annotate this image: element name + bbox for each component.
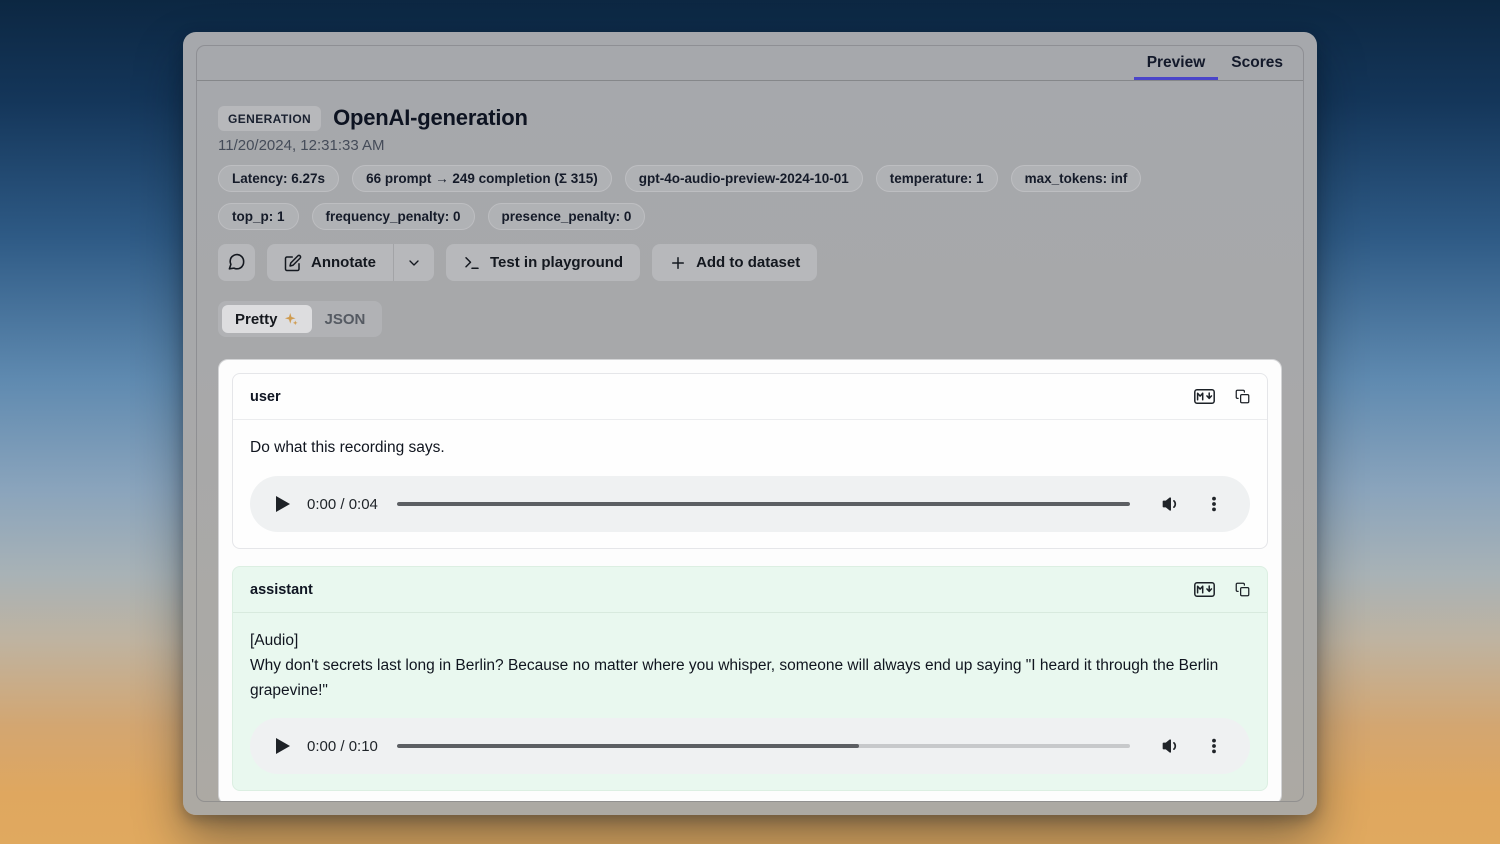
- annotate-button[interactable]: Annotate: [267, 244, 393, 281]
- sparkles-icon: [284, 312, 299, 327]
- audio-seek-bar[interactable]: [397, 502, 1130, 506]
- annotate-split-button: Annotate: [267, 244, 434, 281]
- tabs-bar: Preview Scores: [197, 46, 1303, 81]
- comment-button[interactable]: [218, 244, 255, 281]
- audio-player: 0:00 / 0:04: [250, 476, 1250, 532]
- play-button[interactable]: [276, 738, 290, 754]
- audio-loaded-bar: [397, 502, 1130, 506]
- markdown-toggle-button[interactable]: [1194, 389, 1215, 404]
- speaker-icon: [1161, 736, 1181, 756]
- user-message-header: user: [233, 374, 1267, 420]
- play-icon: [276, 496, 290, 512]
- speech-bubble-icon: [227, 253, 246, 272]
- max-tokens-badge[interactable]: max_tokens: inf: [1011, 165, 1142, 192]
- toggle-pretty[interactable]: Pretty: [222, 305, 312, 333]
- markdown-icon: [1194, 582, 1215, 597]
- audio-time-display: 0:00 / 0:04: [307, 496, 378, 513]
- test-in-playground-button[interactable]: Test in playground: [446, 244, 640, 281]
- copy-button[interactable]: [1235, 389, 1250, 404]
- message-header-actions: [1194, 582, 1250, 597]
- volume-button[interactable]: [1161, 736, 1181, 756]
- pretty-json-toggle: Pretty JSON: [218, 301, 382, 337]
- user-message-text: Do what this recording says.: [250, 435, 1250, 460]
- assistant-message-card: assistant: [232, 566, 1268, 791]
- annotate-label: Annotate: [311, 254, 376, 271]
- top-p-badge[interactable]: top_p: 1: [218, 203, 299, 230]
- kebab-menu-icon: [1205, 737, 1223, 755]
- latency-badge[interactable]: Latency: 6.27s: [218, 165, 339, 192]
- metadata-badges-row-1: Latency: 6.27s 66 prompt → 249 completio…: [218, 165, 1282, 192]
- tab-preview[interactable]: Preview: [1134, 46, 1219, 80]
- json-label: JSON: [325, 311, 366, 328]
- frequency-penalty-badge[interactable]: frequency_penalty: 0: [312, 203, 475, 230]
- observation-content: GENERATION OpenAI-generation 11/20/2024,…: [197, 105, 1303, 802]
- markdown-icon: [1194, 389, 1215, 404]
- temperature-badge[interactable]: temperature: 1: [876, 165, 998, 192]
- terminal-icon: [463, 254, 481, 272]
- metadata-badges-row-2: top_p: 1 frequency_penalty: 0 presence_p…: [218, 203, 1282, 230]
- tab-scores-label: Scores: [1231, 54, 1283, 72]
- audio-player: 0:00 / 0:10: [250, 718, 1250, 774]
- page-title: OpenAI-generation: [333, 105, 528, 131]
- annotate-dropdown-button[interactable]: [394, 244, 434, 281]
- play-button[interactable]: [276, 496, 290, 512]
- kebab-menu-icon: [1205, 495, 1223, 513]
- model-badge[interactable]: gpt-4o-audio-preview-2024-10-01: [625, 165, 863, 192]
- volume-button[interactable]: [1161, 494, 1181, 514]
- timestamp: 11/20/2024, 12:31:33 AM: [218, 137, 1282, 154]
- toggle-json[interactable]: JSON: [312, 305, 379, 333]
- plus-icon: [669, 254, 687, 272]
- observation-type-badge: GENERATION: [218, 106, 321, 131]
- add-to-dataset-button[interactable]: Add to dataset: [652, 244, 817, 281]
- token-usage-badge[interactable]: 66 prompt → 249 completion (Σ 315): [352, 165, 612, 192]
- test-in-playground-label: Test in playground: [490, 254, 623, 271]
- user-message-body: Do what this recording says. 0:00 / 0:04: [233, 420, 1267, 548]
- detail-panel: Preview Scores GENERATION OpenAI-generat…: [196, 45, 1304, 802]
- user-message-card: user: [232, 373, 1268, 549]
- markdown-toggle-button[interactable]: [1194, 582, 1215, 597]
- audio-tag: [Audio]: [250, 628, 1250, 653]
- audio-seek-bar[interactable]: [397, 744, 1130, 748]
- copy-icon: [1235, 582, 1250, 597]
- assistant-message-header: assistant: [233, 567, 1267, 613]
- tab-preview-label: Preview: [1147, 54, 1206, 72]
- audio-menu-button[interactable]: [1205, 737, 1223, 755]
- tab-scores[interactable]: Scores: [1218, 46, 1296, 80]
- audio-time-display: 0:00 / 0:10: [307, 738, 378, 755]
- active-tab-underline: [1134, 77, 1219, 80]
- play-icon: [276, 738, 290, 754]
- assistant-message-body: [Audio] Why don't secrets last long in B…: [233, 613, 1267, 790]
- role-label: assistant: [250, 582, 313, 598]
- view-toggle-row: Pretty JSON: [218, 301, 1282, 337]
- message-header-actions: [1194, 389, 1250, 404]
- audio-menu-button[interactable]: [1205, 495, 1223, 513]
- chevron-down-icon: [406, 255, 422, 271]
- actions-row: Annotate Test in playground: [218, 244, 1282, 281]
- audio-loaded-bar: [397, 744, 859, 748]
- copy-icon: [1235, 389, 1250, 404]
- observation-peek-window: Preview Scores GENERATION OpenAI-generat…: [183, 32, 1317, 815]
- assistant-message-text: Why don't secrets last long in Berlin? B…: [250, 653, 1250, 703]
- role-label: user: [250, 389, 281, 405]
- speaker-icon: [1161, 494, 1181, 514]
- pencil-square-icon: [284, 254, 302, 272]
- pretty-label: Pretty: [235, 311, 278, 328]
- presence-penalty-badge[interactable]: presence_penalty: 0: [488, 203, 646, 230]
- title-row: GENERATION OpenAI-generation: [218, 105, 1282, 131]
- copy-button[interactable]: [1235, 582, 1250, 597]
- messages-container: user: [218, 359, 1282, 802]
- add-to-dataset-label: Add to dataset: [696, 254, 800, 271]
- desktop-background: { "tabs": { "preview": "Preview", "score…: [0, 0, 1500, 844]
